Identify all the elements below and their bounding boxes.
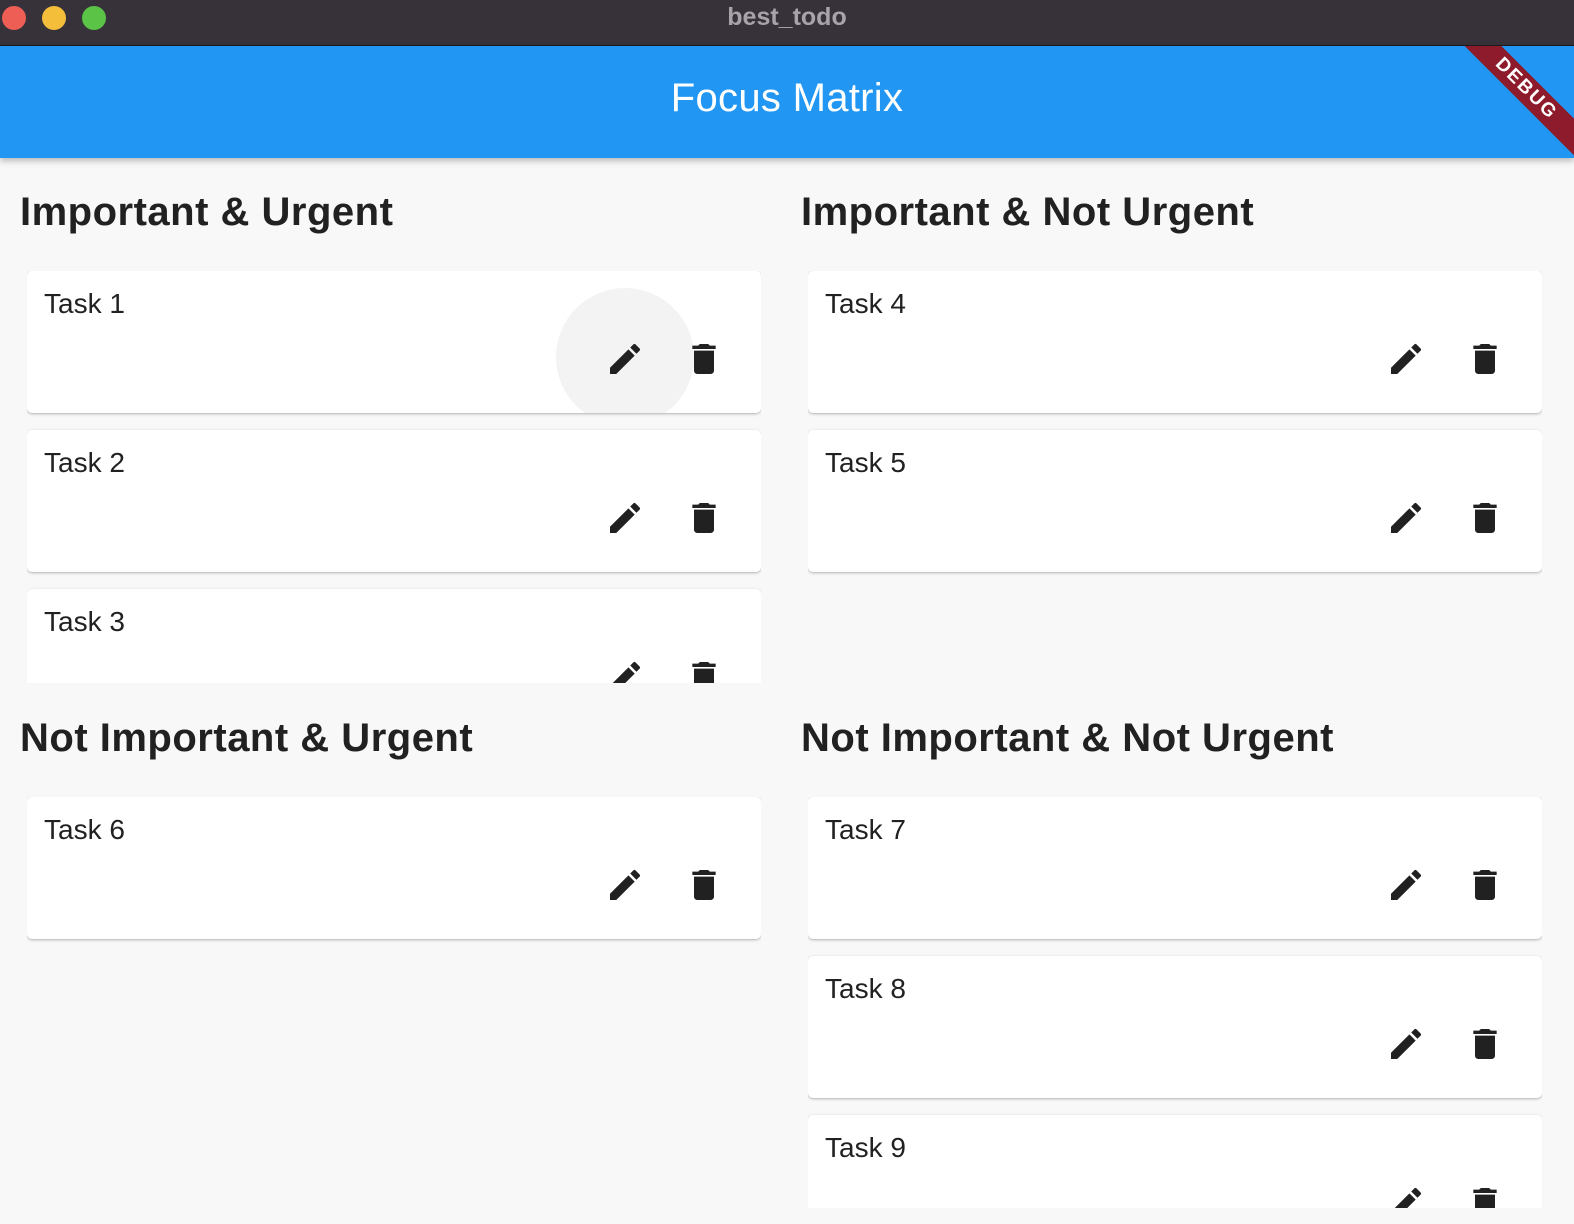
edit-pencil-icon[interactable] bbox=[1386, 339, 1426, 379]
quadrant-important-not-urgent: Important & Not Urgent Task 4 Task 5 bbox=[801, 190, 1561, 683]
task-card[interactable]: Task 9 bbox=[808, 1115, 1542, 1208]
delete-trash-icon[interactable] bbox=[1465, 339, 1505, 379]
quadrant-title: Not Important & Urgent bbox=[20, 716, 474, 760]
delete-trash-icon[interactable] bbox=[684, 657, 724, 683]
task-list[interactable]: Task 7 Task 8 Task 9 bbox=[808, 797, 1542, 1208]
task-title: Task 9 bbox=[825, 1132, 906, 1163]
edit-pencil-icon[interactable] bbox=[605, 498, 645, 538]
window-title: best_todo bbox=[727, 3, 847, 31]
quadrant-important-urgent: Important & Urgent Task 1 Task 2 Task 3 bbox=[20, 190, 780, 683]
task-card[interactable]: Task 2 bbox=[27, 430, 761, 572]
delete-trash-icon[interactable] bbox=[1465, 865, 1505, 905]
task-title: Task 8 bbox=[825, 973, 906, 1004]
edit-pencil-icon[interactable] bbox=[1386, 1183, 1426, 1208]
edit-pencil-icon[interactable] bbox=[1386, 1024, 1426, 1064]
delete-trash-icon[interactable] bbox=[684, 865, 724, 905]
edit-pencil-icon[interactable] bbox=[1386, 498, 1426, 538]
task-list[interactable]: Task 6 bbox=[27, 797, 761, 1216]
task-title: Task 1 bbox=[44, 288, 125, 319]
quadrant-title: Important & Not Urgent bbox=[801, 190, 1255, 234]
quadrant-not-important-not-urgent: Not Important & Not Urgent Task 7 Task 8 bbox=[801, 716, 1561, 1208]
edit-pencil-icon[interactable] bbox=[605, 865, 645, 905]
quadrant-title: Important & Urgent bbox=[20, 190, 394, 234]
task-title: Task 2 bbox=[44, 447, 125, 478]
delete-trash-icon[interactable] bbox=[1465, 1183, 1505, 1208]
window-titlebar: best_todo bbox=[0, 0, 1574, 46]
delete-trash-icon[interactable] bbox=[1465, 498, 1505, 538]
task-card[interactable]: Task 1 bbox=[27, 271, 761, 413]
task-title: Task 6 bbox=[44, 814, 125, 845]
edit-pencil-icon[interactable] bbox=[605, 339, 645, 379]
task-card[interactable]: Task 7 bbox=[808, 797, 1542, 939]
task-title: Task 3 bbox=[44, 606, 125, 637]
quadrant-title: Not Important & Not Urgent bbox=[801, 716, 1334, 760]
app-window: best_todo Focus Matrix DEBUG Important &… bbox=[0, 0, 1574, 1224]
delete-trash-icon[interactable] bbox=[684, 339, 724, 379]
task-card[interactable]: Task 6 bbox=[27, 797, 761, 939]
task-title: Task 7 bbox=[825, 814, 906, 845]
task-title: Task 5 bbox=[825, 447, 906, 478]
delete-trash-icon[interactable] bbox=[1465, 1024, 1505, 1064]
task-title: Task 4 bbox=[825, 288, 906, 319]
quadrant-not-important-urgent: Not Important & Urgent Task 6 bbox=[20, 716, 780, 1216]
task-list[interactable]: Task 4 Task 5 bbox=[808, 271, 1542, 683]
task-list[interactable]: Task 1 Task 2 Task 3 bbox=[27, 271, 761, 683]
app-bar: Focus Matrix DEBUG bbox=[0, 46, 1574, 158]
task-card[interactable]: Task 4 bbox=[808, 271, 1542, 413]
task-card[interactable]: Task 5 bbox=[808, 430, 1542, 572]
page-title: Focus Matrix bbox=[670, 76, 904, 120]
task-card[interactable]: Task 8 bbox=[808, 956, 1542, 1098]
delete-trash-icon[interactable] bbox=[684, 498, 724, 538]
edit-pencil-icon[interactable] bbox=[1386, 865, 1426, 905]
edit-pencil-icon[interactable] bbox=[605, 657, 645, 683]
task-card[interactable]: Task 3 bbox=[27, 589, 761, 683]
